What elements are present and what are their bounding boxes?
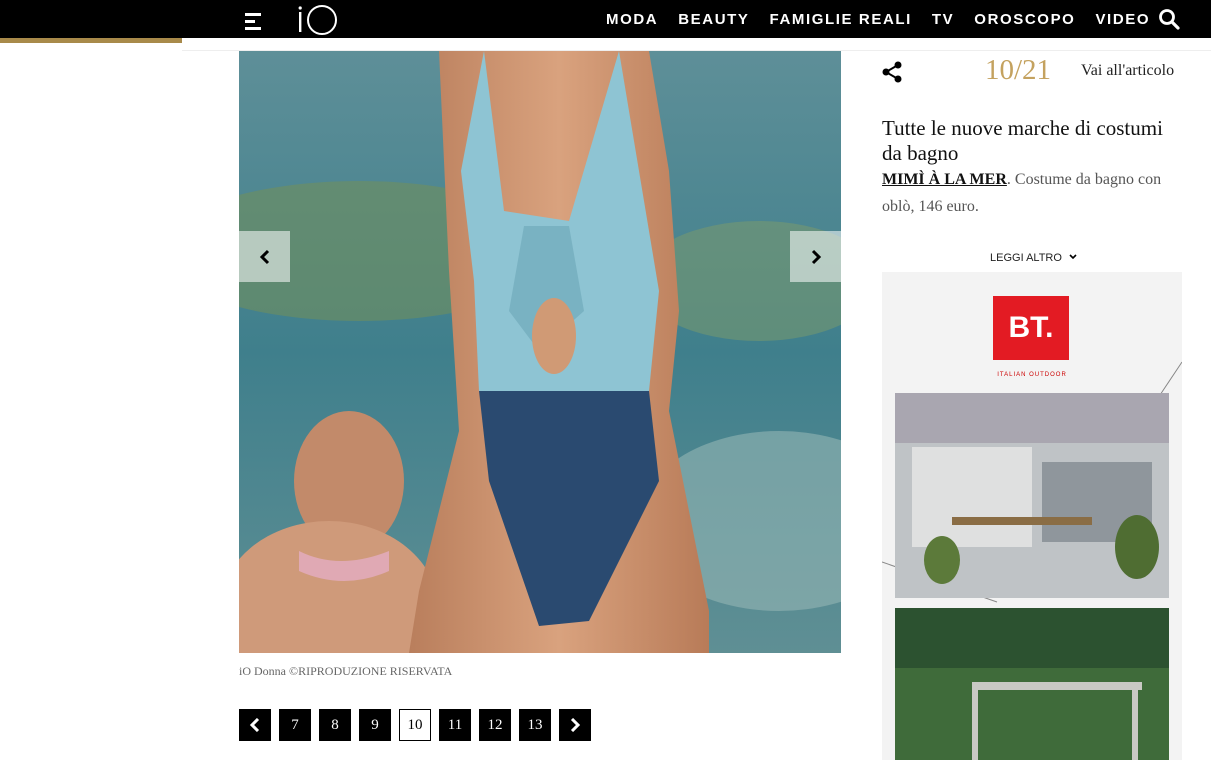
share-icon[interactable]	[880, 60, 904, 84]
nav-beauty[interactable]: BEAUTY	[678, 11, 749, 28]
chevron-down-icon	[1069, 254, 1077, 260]
pager-page[interactable]: 7	[279, 709, 311, 741]
top-navigation-bar: MODA BEAUTY FAMIGLIE REALI TV OROSCOPO V…	[0, 0, 1211, 38]
prev-photo-button[interactable]	[239, 231, 290, 282]
chevron-right-icon	[811, 249, 821, 264]
chevron-right-icon	[570, 718, 581, 732]
gallery-counter: 10/21	[985, 54, 1052, 86]
nav-oroscopo[interactable]: OROSCOPO	[974, 11, 1075, 28]
photo-caption: iO Donna ©RIPRODUZIONE RISERVATA	[239, 664, 453, 678]
search-icon[interactable]	[1158, 8, 1180, 30]
pager-prev-button[interactable]	[239, 709, 271, 741]
pager-page[interactable]: 9	[359, 709, 391, 741]
pager-page[interactable]: 8	[319, 709, 351, 741]
chevron-left-icon	[259, 249, 269, 264]
gallery-pagination: 7 8 9 10 11 12 13	[239, 709, 599, 741]
chevron-left-icon	[249, 718, 260, 732]
next-photo-button[interactable]	[790, 231, 841, 282]
read-more-label: LEGGI ALTRO	[990, 252, 1062, 264]
pager-page-active[interactable]: 10	[399, 709, 431, 741]
pager-page[interactable]: 12	[479, 709, 511, 741]
accent-line	[0, 38, 182, 43]
nav-video[interactable]: VIDEO	[1095, 11, 1150, 28]
pager-page[interactable]: 13	[519, 709, 551, 741]
gallery-image	[239, 51, 841, 653]
main-nav: MODA BEAUTY FAMIGLIE REALI TV OROSCOPO V…	[606, 0, 1170, 38]
gallery-title: Tutte le nuove marche di costumi da bagn…	[882, 116, 1163, 165]
gallery-photo	[239, 51, 841, 653]
nav-moda[interactable]: MODA	[606, 11, 658, 28]
ad-brand-logo: BT.	[993, 296, 1069, 360]
pager-page[interactable]: 11	[439, 709, 471, 741]
brand-link[interactable]: MIMÌ À LA MER	[882, 171, 1007, 188]
pager-next-button[interactable]	[559, 709, 591, 741]
menu-icon[interactable]	[245, 13, 261, 30]
read-more-button[interactable]: LEGGI ALTRO	[990, 252, 1077, 264]
photo-description: MIMÌ À LA MER. Costume da bagno con oblò…	[882, 166, 1182, 220]
site-logo[interactable]	[292, 2, 344, 36]
go-to-article-link[interactable]: Vai all'articolo	[1081, 62, 1174, 80]
ad-tagline: ITALIAN OUTDOOR	[997, 372, 1067, 378]
nav-famiglie-reali[interactable]: FAMIGLIE REALI	[770, 11, 912, 28]
advertisement-banner[interactable]: BT. ITALIAN OUTDOOR	[882, 272, 1182, 760]
nav-tv[interactable]: TV	[932, 11, 954, 28]
